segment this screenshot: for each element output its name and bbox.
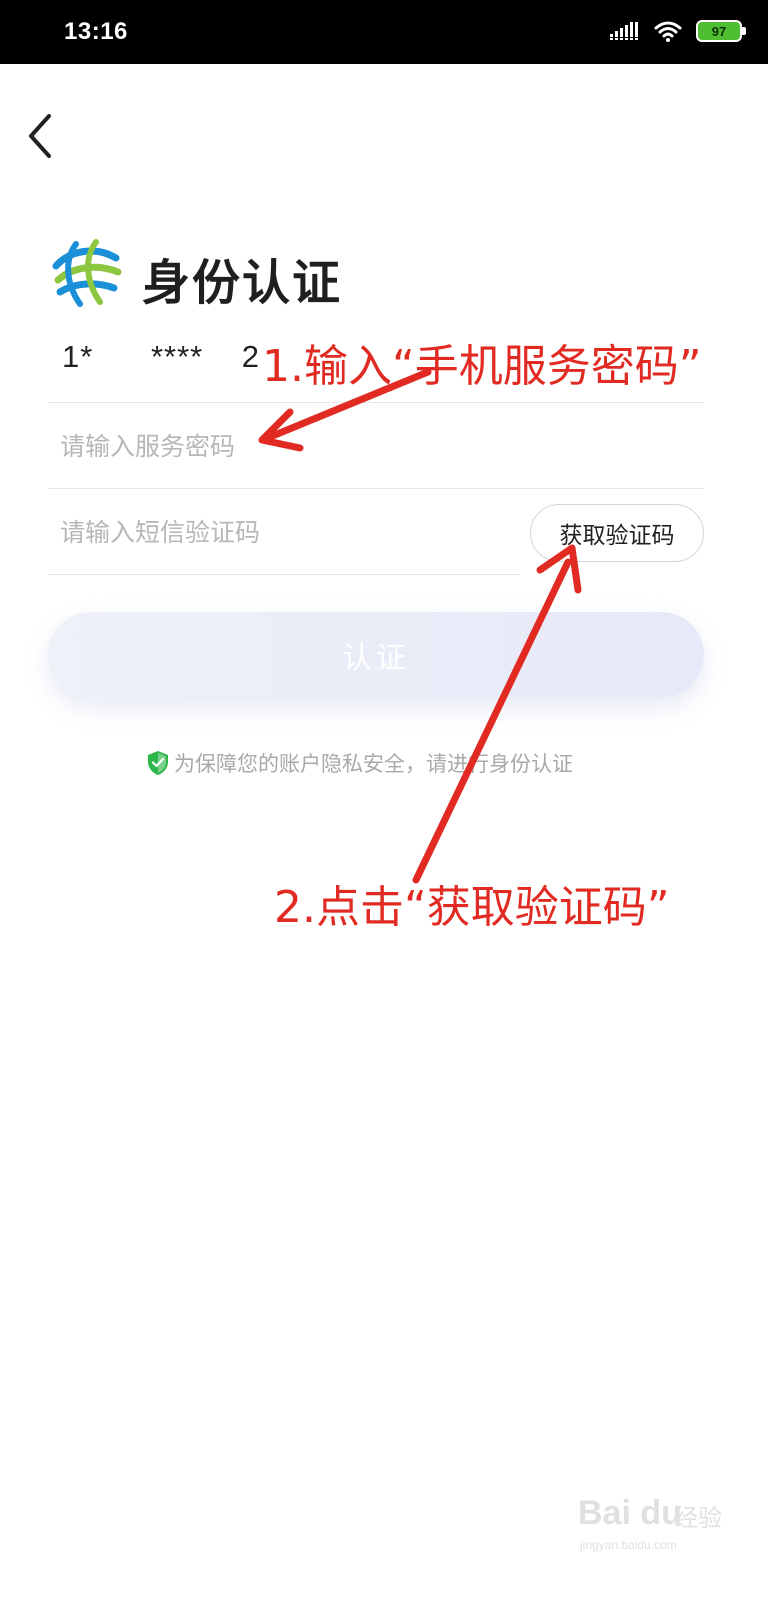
watermark-brand-suffix: 经验 [674, 1504, 722, 1532]
get-code-button[interactable]: 获取验证码 [530, 504, 704, 562]
sms-code-input[interactable] [48, 490, 518, 574]
security-notice-text: 为保障您的账户隐私安全，请进行身份认证 [174, 752, 573, 776]
baidu-watermark: Bai du 经验 jingyan.baidu.com [578, 1482, 728, 1562]
wifi-icon [654, 21, 682, 42]
battery-icon: 97 [696, 20, 746, 42]
security-notice: 为保障您的账户隐私安全，请进行身份认证 [146, 748, 573, 778]
divider [48, 488, 704, 489]
annotation-step2: 2.点击“获取验证码” [274, 882, 670, 933]
status-bar: 13:16 97 [0, 0, 768, 64]
annotation-step1: 1.输入“手机服务密码” [262, 341, 702, 392]
status-icons: 97 [610, 20, 746, 42]
arrow-to-get-code-button [412, 544, 582, 884]
china-mobile-logo-icon [52, 238, 122, 308]
watermark-url: jingyan.baidu.com [580, 1538, 677, 1552]
status-time: 13:16 [64, 18, 128, 45]
auth-submit-button[interactable]: 认证 [48, 612, 704, 698]
signal-icon [610, 22, 638, 40]
shield-check-icon [148, 751, 168, 775]
page-title: 身份认证 [142, 255, 343, 311]
watermark-brand: Bai du [578, 1494, 682, 1532]
divider [48, 402, 704, 403]
divider [48, 574, 520, 575]
chevron-left-icon[interactable] [22, 108, 58, 164]
phone-number: 1* **** 2 [62, 339, 260, 374]
service-password-input[interactable] [48, 404, 704, 488]
